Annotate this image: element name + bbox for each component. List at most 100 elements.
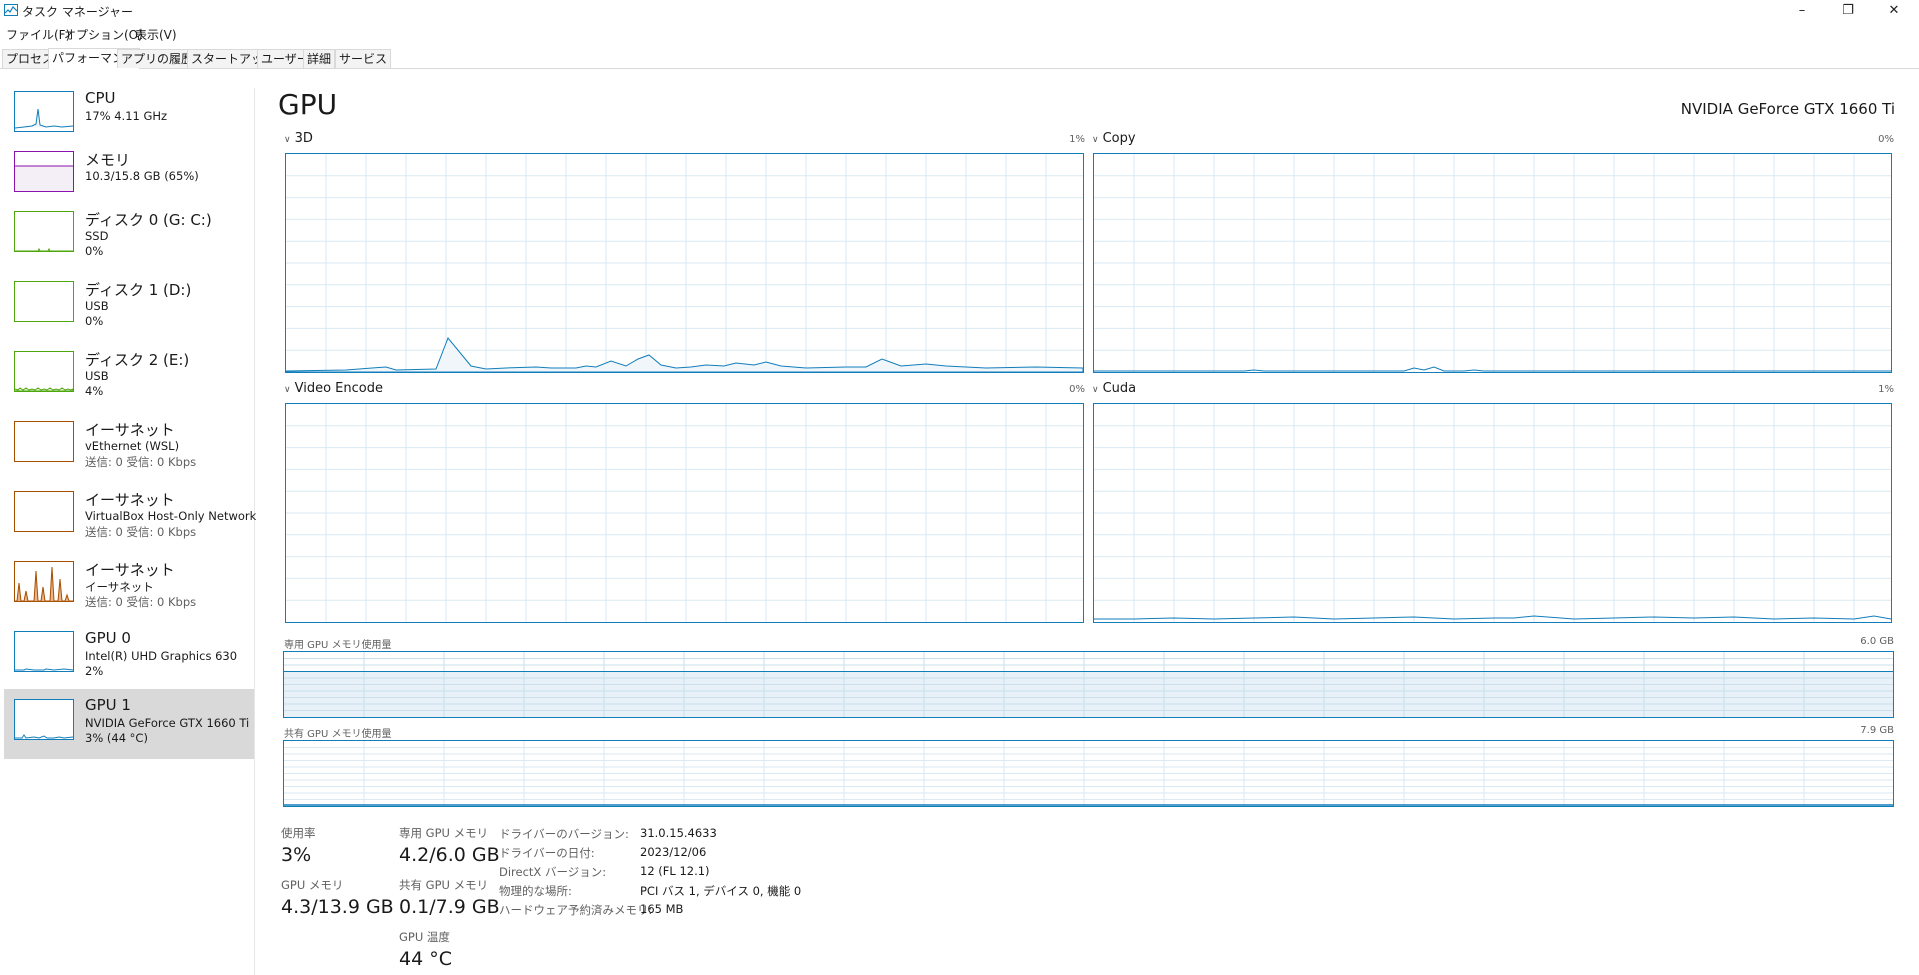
shared-memory-stat-label: 共有 GPU メモリ (399, 878, 489, 892)
sidebar-item-label: GPU 0 (85, 629, 131, 647)
grid (1094, 154, 1891, 372)
performance-sidebar: CPU 17% 4.11 GHz メモリ 10.3/15.8 GB (65%) … (0, 88, 257, 975)
gpu-memory-label: GPU メモリ (281, 878, 344, 892)
sidebar-item-label: イーサネット (85, 561, 175, 579)
minimize-button[interactable]: – (1780, 0, 1824, 22)
chevron-down-icon: ∨ (284, 385, 291, 395)
gpu-thumbnail (14, 699, 74, 740)
usage-label: 使用率 (281, 826, 316, 840)
shared-memory-max: 7.9 GB (1860, 725, 1894, 736)
sidebar-item-label: ディスク 0 (G: C:) (85, 211, 212, 229)
sidebar-item-label: GPU 1 (85, 696, 131, 714)
directx-version-value: 12 (FL 12.1) (640, 864, 710, 878)
grid (286, 404, 1083, 622)
sidebar-item-detail: 送信: 0 受信: 0 Kbps (85, 595, 197, 609)
network-thumbnail (14, 421, 74, 462)
menu-view[interactable]: 表示(V) (135, 26, 177, 43)
sidebar-item-adapter: VirtualBox Host-Only Network (85, 509, 257, 523)
driver-date-value: 2023/12/06 (640, 845, 707, 859)
dedicated-memory-stat-value: 4.2/6.0 GB (399, 844, 500, 866)
sidebar-item-cpu[interactable]: CPU 17% 4.11 GHz (4, 89, 254, 157)
sidebar-item-adapter: vEthernet (WSL) (85, 439, 180, 453)
sidebar-item-disk-0[interactable]: ディスク 0 (G: C:) SSD 0% (4, 209, 254, 277)
sidebar-item-label: ディスク 2 (E:) (85, 351, 190, 369)
menu-file[interactable]: ファイル(F) (6, 26, 70, 43)
reserved-memory-value: 165 MB (640, 902, 684, 916)
restore-button[interactable]: ❐ (1826, 0, 1870, 22)
chevron-down-icon: ∨ (1092, 135, 1099, 145)
grid (1094, 404, 1891, 622)
window-title: タスク マネージャー (22, 5, 133, 19)
sidebar-item-gpu-0[interactable]: GPU 0 Intel(R) UHD Graphics 630 2% (4, 629, 254, 697)
graph-copy (1093, 153, 1892, 373)
page-title: GPU (278, 88, 338, 121)
engine-percent: 0% (1878, 134, 1894, 145)
chevron-down-icon: ∨ (1092, 385, 1099, 395)
sidebar-item-detail: 2% (85, 664, 104, 678)
sidebar-item-label: メモリ (85, 151, 131, 169)
task-manager-icon (4, 4, 18, 16)
sidebar-item-detail: 3% (44 °C) (85, 731, 148, 745)
engine-selector-3d[interactable]: ∨ 3D (284, 131, 313, 146)
gpu-thumbnail (14, 631, 74, 672)
sidebar-item-ethernet-wsl[interactable]: イーサネット vEthernet (WSL) 送信: 0 受信: 0 Kbps (4, 419, 254, 487)
engine-name: Copy (1102, 131, 1136, 146)
physical-location-value: PCI バス 1, デバイス 0, 機能 0 (640, 884, 802, 898)
sidebar-item-label: ディスク 1 (D:) (85, 281, 192, 299)
grid (286, 154, 1083, 372)
sidebar-item-detail: 10.3/15.8 GB (65%) (85, 169, 199, 183)
sidebar-item-detail: 0% (85, 244, 104, 258)
sidebar-item-label: CPU (85, 89, 116, 107)
sidebar-item-adapter: Intel(R) UHD Graphics 630 (85, 649, 238, 663)
tab-app-history[interactable]: アプリの履歴 (117, 49, 198, 68)
engine-selector-video-encode[interactable]: ∨ Video Encode (284, 381, 383, 396)
sidebar-item-detail: 送信: 0 受信: 0 Kbps (85, 455, 197, 469)
usage-value: 3% (281, 844, 312, 866)
physical-location-label: 物理的な場所: (499, 884, 572, 898)
dedicated-memory-stat-label: 専用 GPU メモリ (399, 826, 489, 840)
gpu-memory-value: 4.3/13.9 GB (281, 896, 394, 918)
tab-details[interactable]: 詳細 (303, 49, 336, 68)
sidebar-item-disk-2[interactable]: ディスク 2 (E:) USB 4% (4, 349, 254, 417)
close-button[interactable]: ✕ (1872, 0, 1916, 22)
sidebar-item-detail: 送信: 0 受信: 0 Kbps (85, 525, 197, 539)
graph-cuda (1093, 403, 1892, 623)
sidebar-item-type: USB (85, 299, 109, 313)
chevron-down-icon: ∨ (284, 135, 291, 145)
sidebar-item-ethernet-virtualbox[interactable]: イーサネット VirtualBox Host-Only Network 送信: … (4, 489, 257, 557)
memory-thumbnail (14, 151, 74, 192)
cpu-thumbnail (14, 91, 74, 132)
shared-memory-stat-value: 0.1/7.9 GB (399, 896, 500, 918)
sidebar-item-label: イーサネット (85, 491, 175, 509)
sidebar-item-detail: 17% 4.11 GHz (85, 109, 168, 123)
engine-name: 3D (294, 131, 313, 146)
reserved-memory-label: ハードウェア予約済みメモリ: (499, 903, 653, 917)
dedicated-memory-label: 専用 GPU メモリ使用量 (284, 640, 392, 651)
menu-options[interactable]: オプション(O) (64, 26, 143, 43)
disk-thumbnail (14, 351, 74, 392)
driver-version-value: 31.0.15.4633 (640, 826, 717, 840)
graph-shared-memory (283, 740, 1894, 807)
network-thumbnail (14, 491, 74, 532)
sidebar-item-gpu-1[interactable]: GPU 1 NVIDIA GeForce GTX 1660 Ti 3% (44 … (4, 689, 254, 759)
sidebar-item-ethernet[interactable]: イーサネット イーサネット 送信: 0 受信: 0 Kbps (4, 559, 254, 627)
sidebar-item-adapter: NVIDIA GeForce GTX 1660 Ti (85, 716, 250, 730)
graph-dedicated-memory (283, 651, 1894, 718)
sidebar-item-detail: 0% (85, 314, 104, 328)
engine-selector-cuda[interactable]: ∨ Cuda (1092, 381, 1136, 396)
engine-selector-copy[interactable]: ∨ Copy (1092, 131, 1136, 146)
graph-video-encode (285, 403, 1084, 623)
shared-memory-label: 共有 GPU メモリ使用量 (284, 729, 392, 740)
gpu-temperature-label: GPU 温度 (399, 930, 450, 944)
engine-name: Cuda (1102, 381, 1137, 396)
sidebar-item-label: イーサネット (85, 421, 175, 439)
disk-thumbnail (14, 211, 74, 252)
grid (284, 741, 1893, 806)
tab-services[interactable]: サービス (335, 49, 392, 68)
sidebar-item-disk-1[interactable]: ディスク 1 (D:) USB 0% (4, 279, 254, 347)
engine-percent: 1% (1069, 134, 1085, 145)
sidebar-item-type: SSD (85, 229, 109, 243)
sidebar-item-adapter: イーサネット (85, 580, 154, 594)
engine-percent: 0% (1069, 384, 1085, 395)
sidebar-item-memory[interactable]: メモリ 10.3/15.8 GB (65%) (4, 149, 254, 217)
